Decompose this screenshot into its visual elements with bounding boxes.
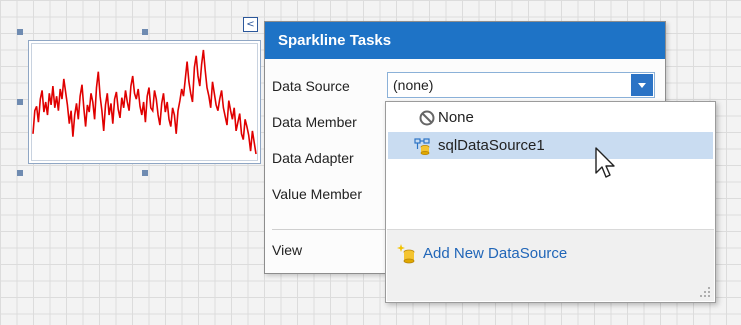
sparkline-frame xyxy=(31,43,258,161)
data-source-value: (none) xyxy=(393,77,434,93)
sql-data-source-icon xyxy=(414,138,430,155)
data-member-label: Data Member xyxy=(272,114,357,130)
add-data-source-icon xyxy=(397,244,415,264)
data-source-combobox[interactable]: (none) xyxy=(387,72,655,98)
sparkline-control[interactable] xyxy=(28,40,261,164)
resize-handle-top-left[interactable] xyxy=(17,29,23,35)
mouse-pointer-icon xyxy=(595,147,615,178)
dropdown-item-sqldatasource1[interactable]: sqlDataSource1 xyxy=(388,132,713,159)
data-adapter-label: Data Adapter xyxy=(272,150,354,166)
resize-handle-top[interactable] xyxy=(142,29,148,35)
view-link[interactable]: View xyxy=(272,242,302,258)
resize-handle-bottom[interactable] xyxy=(142,170,148,176)
data-source-dropdown: None sqlDataSource1 Add New DataSource xyxy=(385,101,716,303)
resize-grip-icon[interactable] xyxy=(699,286,711,298)
dropdown-item-none[interactable]: None xyxy=(388,104,713,131)
add-new-datasource-link[interactable]: Add New DataSource xyxy=(423,245,567,262)
dropdown-item-label: None xyxy=(438,109,474,126)
dropdown-item-label: sqlDataSource1 xyxy=(438,137,545,154)
dropdown-footer: Add New DataSource xyxy=(387,229,714,301)
data-source-label: Data Source xyxy=(272,78,350,94)
value-member-label: Value Member xyxy=(272,186,363,202)
resize-handle-bottom-left[interactable] xyxy=(17,170,23,176)
none-icon xyxy=(419,110,435,126)
resize-handle-left[interactable] xyxy=(17,99,23,105)
sparkline-chart xyxy=(32,49,257,155)
smart-tag-button[interactable]: < xyxy=(243,17,258,32)
section-divider xyxy=(272,229,387,230)
tasks-panel-title: Sparkline Tasks xyxy=(265,22,665,59)
sparkline-series-line xyxy=(32,49,257,155)
dropdown-arrow-button[interactable] xyxy=(631,74,653,96)
